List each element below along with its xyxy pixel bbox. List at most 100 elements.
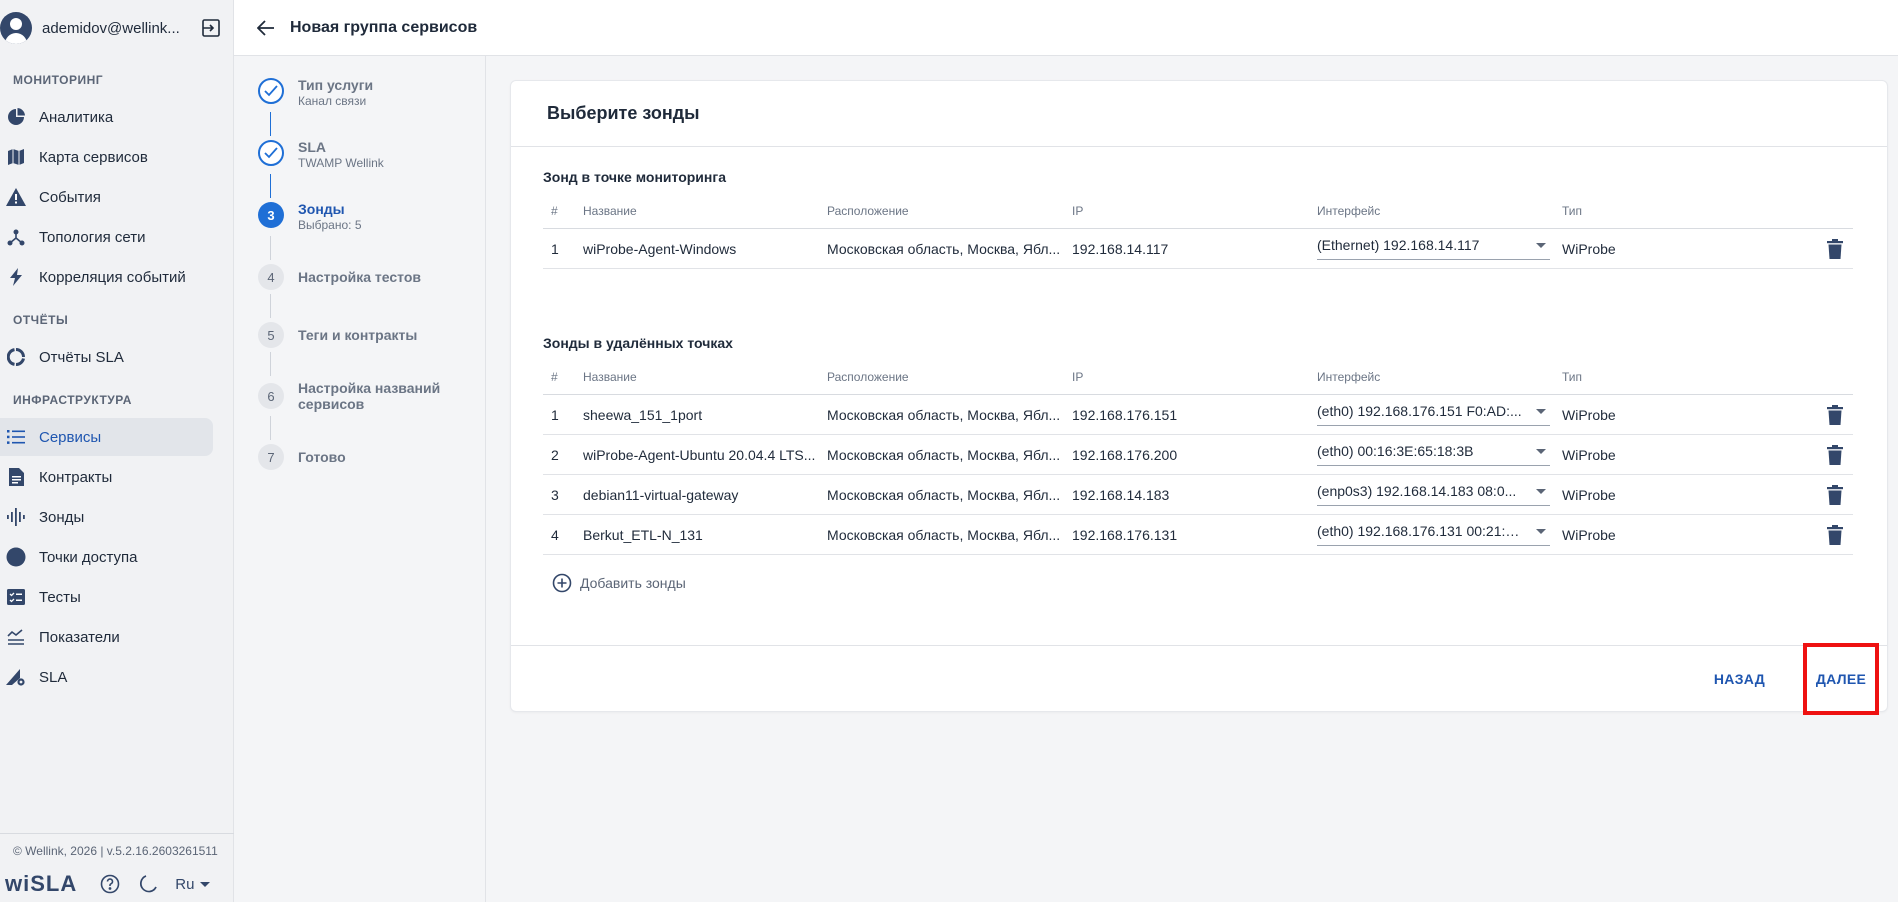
avatar[interactable] bbox=[0, 12, 32, 44]
table-row: 2 wiProbe-Agent-Ubuntu 20.04.4 LTS... Мо… bbox=[543, 435, 1853, 475]
sidebar-item-services[interactable]: Сервисы bbox=[0, 418, 213, 456]
row-actions bbox=[1762, 484, 1853, 505]
delete-icon[interactable] bbox=[1827, 444, 1847, 465]
map-icon bbox=[6, 147, 26, 167]
add-probes-label: Добавить зонды bbox=[580, 575, 686, 591]
warning-icon bbox=[6, 187, 26, 207]
language-label: Ru bbox=[175, 875, 195, 893]
step-service-type[interactable]: Тип услуги Канал связи bbox=[258, 77, 485, 108]
row-type: WiProbe bbox=[1562, 526, 1616, 543]
sidebar-item-access-points[interactable]: Точки доступа bbox=[0, 538, 213, 576]
sidebar-item-sla[interactable]: SLA bbox=[0, 658, 213, 696]
sidebar-item-tests[interactable]: Тесты bbox=[0, 578, 213, 616]
sidebar-item-label: Точки доступа bbox=[39, 548, 138, 566]
row-type: WiProbe bbox=[1562, 446, 1616, 463]
delete-icon[interactable] bbox=[1827, 524, 1847, 545]
step-done[interactable]: 7 Готово bbox=[258, 444, 485, 470]
step-service-names[interactable]: 6 Настройка названий сервисов bbox=[258, 380, 485, 412]
col-location: Расположение bbox=[827, 369, 909, 384]
row-interface: (eth0) 192.168.176.131 00:21:C... bbox=[1317, 521, 1562, 549]
interface-select[interactable]: (eth0) 192.168.176.131 00:21:C... bbox=[1317, 518, 1550, 546]
delete-icon[interactable] bbox=[1827, 484, 1847, 505]
sidebar-item-label: Карта сервисов bbox=[39, 148, 148, 166]
step-tags-contracts[interactable]: 5 Теги и контракты bbox=[258, 322, 485, 348]
chevron-down-icon bbox=[1536, 448, 1546, 454]
sidebar-item-label: Отчёты SLA bbox=[39, 348, 124, 366]
next-button-highlight: ДАЛЕЕ bbox=[1803, 642, 1879, 715]
next-button[interactable]: ДАЛЕЕ bbox=[1816, 671, 1866, 687]
row-name: wiProbe-Agent-Ubuntu 20.04.4 LTS... bbox=[583, 446, 816, 463]
row-type: WiProbe bbox=[1562, 406, 1616, 423]
topology-icon bbox=[6, 227, 26, 247]
sidebar-item-service-map[interactable]: Карта сервисов bbox=[0, 138, 213, 176]
col-ip: IP bbox=[1072, 203, 1084, 218]
row-name: debian11-virtual-gateway bbox=[583, 486, 739, 503]
step-text: Настройка тестов bbox=[298, 269, 421, 285]
interface-value: (Ethernet) 192.168.14.117 bbox=[1317, 237, 1480, 253]
sidebar-item-label: Тесты bbox=[39, 588, 81, 606]
interface-select[interactable]: (eth0) 00:16:3E:65:18:3B bbox=[1317, 438, 1550, 466]
delete-icon[interactable] bbox=[1827, 238, 1847, 259]
sidebar-item-events[interactable]: События bbox=[0, 178, 213, 216]
step-text: Зонды Выбрано: 5 bbox=[298, 201, 362, 232]
probe-selection-card: Выберите зонды Зонд в точке мониторинга … bbox=[510, 80, 1888, 715]
row-num: 2 bbox=[551, 446, 559, 463]
col-interface: Интерфейс bbox=[1317, 203, 1381, 218]
row-actions bbox=[1762, 524, 1853, 545]
row-num: 4 bbox=[551, 526, 559, 543]
row-interface: (enp0s3) 192.168.14.183 08:0... bbox=[1317, 481, 1562, 509]
col-type: Тип bbox=[1562, 203, 1583, 218]
sidebar-item-topology[interactable]: Топология сети bbox=[0, 218, 213, 256]
step-sub: Канал связи bbox=[298, 94, 367, 108]
col-ip: IP bbox=[1072, 369, 1084, 384]
step-sla[interactable]: SLA TWAMP Wellink bbox=[258, 139, 485, 170]
sla-gear-icon bbox=[6, 667, 26, 687]
sidebar-item-probes[interactable]: Зонды bbox=[0, 498, 213, 536]
step-connector bbox=[270, 416, 271, 440]
add-probes-button[interactable]: Добавить зонды bbox=[543, 555, 1855, 611]
step-number: 3 bbox=[258, 202, 284, 228]
help-icon[interactable] bbox=[99, 873, 121, 895]
remote-probes-table: # Название Расположение IP Интерфейс Тип… bbox=[543, 359, 1853, 555]
sidebar-item-analytics[interactable]: Аналитика bbox=[0, 98, 213, 136]
dark-mode-icon[interactable] bbox=[137, 873, 159, 895]
section-title-monitoring: МОНИТОРИНГ bbox=[13, 73, 104, 87]
table-row: 1 wiProbe-Agent-Windows Московская облас… bbox=[543, 229, 1853, 269]
list-icon bbox=[6, 427, 26, 447]
chevron-down-icon bbox=[1536, 242, 1546, 248]
step-label: Готово bbox=[298, 449, 346, 465]
checklist-icon bbox=[6, 587, 26, 607]
sidebar-item-metrics[interactable]: Показатели bbox=[0, 618, 213, 656]
content: Выберите зонды Зонд в точке мониторинга … bbox=[486, 56, 1898, 902]
sidebar-item-contracts[interactable]: Контракты bbox=[0, 458, 213, 496]
row-name: Berkut_ETL-N_131 bbox=[583, 526, 703, 543]
col-type: Тип bbox=[1562, 369, 1583, 384]
row-location: Московская область, Москва, Ябл... bbox=[827, 446, 1061, 463]
logo: wiSLA bbox=[5, 871, 78, 896]
sidebar-item-sla-reports[interactable]: Отчёты SLA bbox=[0, 338, 213, 376]
back-button[interactable]: НАЗАД bbox=[1714, 671, 1765, 687]
step-test-settings[interactable]: 4 Настройка тестов bbox=[258, 264, 485, 290]
step-label: Зонды bbox=[298, 201, 345, 217]
step-connector bbox=[270, 294, 271, 318]
interface-select[interactable]: (enp0s3) 192.168.14.183 08:0... bbox=[1317, 478, 1550, 506]
step-probes[interactable]: 3 Зонды Выбрано: 5 bbox=[258, 201, 485, 232]
add-circle-icon bbox=[552, 573, 572, 593]
card-body: Зонд в точке мониторинга # Название Расп… bbox=[511, 169, 1887, 611]
col-interface: Интерфейс bbox=[1317, 369, 1381, 384]
main-area: Новая группа сервисов Тип услуги Канал с… bbox=[234, 0, 1898, 902]
sidebar-item-label: Аналитика bbox=[39, 108, 114, 126]
user-name: ademidov@wellink... bbox=[42, 19, 180, 37]
card-title: Выберите зонды bbox=[547, 103, 700, 123]
language-select[interactable]: Ru bbox=[175, 876, 214, 893]
sidebar-item-event-correlation[interactable]: Корреляция событий bbox=[0, 258, 213, 296]
interface-select[interactable]: (eth0) 192.168.176.151 F0:AD:... bbox=[1317, 398, 1550, 426]
step-label: Настройка названий сервисов bbox=[298, 380, 441, 412]
section-title-reports: ОТЧЁТЫ bbox=[13, 313, 69, 327]
back-arrow-icon[interactable] bbox=[252, 14, 280, 42]
delete-icon[interactable] bbox=[1827, 404, 1847, 425]
step-number: 6 bbox=[258, 383, 284, 409]
logout-icon[interactable] bbox=[201, 18, 221, 38]
card-header: Выберите зонды bbox=[511, 81, 1887, 147]
interface-select[interactable]: (Ethernet) 192.168.14.117 bbox=[1317, 232, 1550, 260]
